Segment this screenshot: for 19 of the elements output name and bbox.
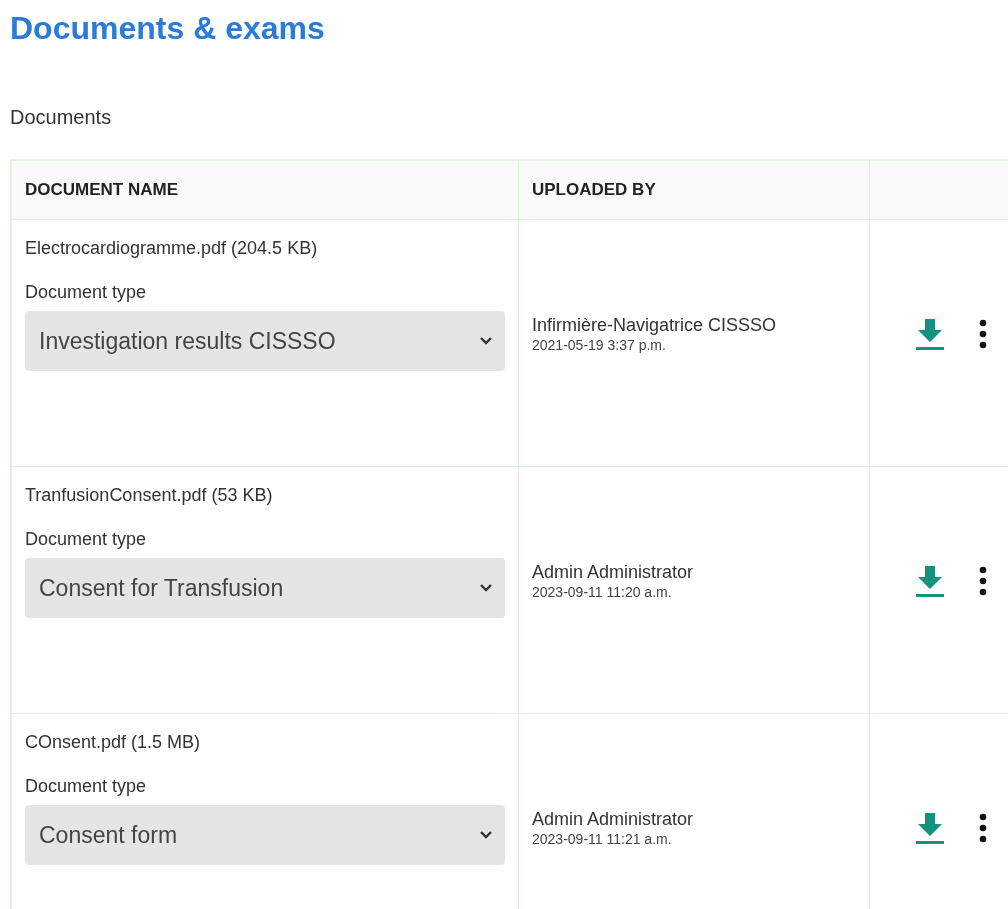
field-label: Document type <box>25 528 148 551</box>
uploader-name: Admin Administrator <box>532 561 695 583</box>
column-header: UPLOADED BY <box>518 160 870 220</box>
file-name: TranfusionConsent.pdf (53 KB) <box>25 484 274 507</box>
file-name: Electrocardiogramme.pdf (204.5 KB) <box>25 237 319 260</box>
document-type-select[interactable]: Consent for Transfusion <box>25 558 505 618</box>
document-type-select[interactable]: Investigation results CISSSO <box>25 311 505 371</box>
field-label: Document type <box>25 281 148 304</box>
uploader-name: Infirmière-Navigatrice CISSSO <box>532 314 778 336</box>
section-label: Documents <box>10 105 112 129</box>
field-label: Document type <box>25 775 148 798</box>
upload-date: 2021-05-19 3:37 p.m. <box>532 336 667 354</box>
document-type-select[interactable]: Consent form <box>25 805 505 865</box>
file-name: COnsent.pdf (1.5 MB) <box>25 731 202 754</box>
uploader-name: Admin Administrator <box>532 807 695 830</box>
upload-date: 2023-09-11 11:20 a.m. <box>532 583 673 601</box>
page-title: Documents & exams <box>10 9 325 48</box>
upload-date: 2023-09-11 11:21 a.m. <box>532 829 673 848</box>
column-header: DOCUMENT NAME <box>11 160 519 220</box>
